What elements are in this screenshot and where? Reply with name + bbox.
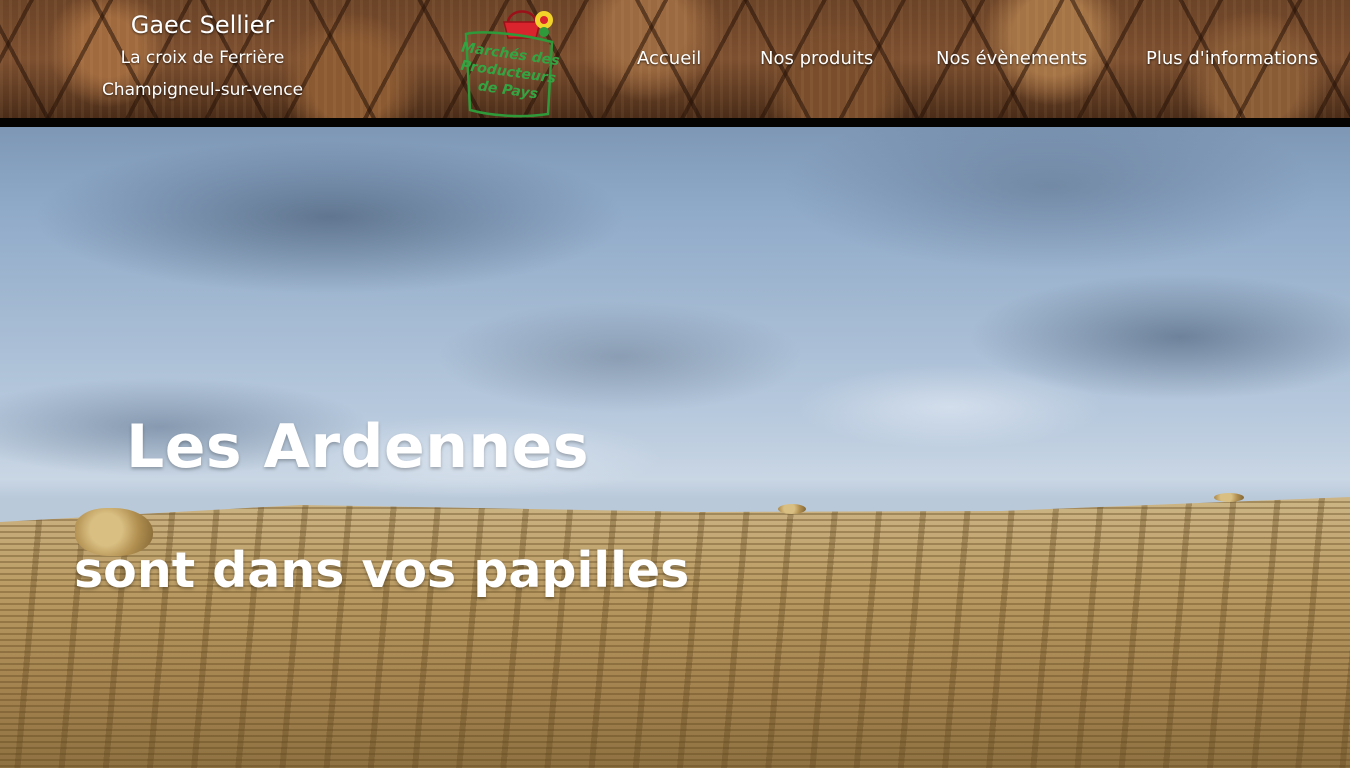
- hero-subtitle: sont dans vos papilles: [74, 542, 690, 599]
- nav-accueil[interactable]: Accueil: [637, 45, 701, 73]
- hero-field: [0, 497, 1350, 768]
- hero-title: Les Ardennes: [126, 412, 590, 482]
- hay-bale-far: [1214, 493, 1244, 502]
- farm-town: Champigneul-sur-vence: [101, 80, 304, 100]
- hero-banner: Les Ardennes sont dans vos papilles: [0, 127, 1350, 768]
- nav-nos-evenements[interactable]: Nos évènements: [936, 45, 1087, 73]
- farm-info: Gaec Sellier La croix de Ferrière Champi…: [60, 8, 345, 106]
- farm-address: La croix de Ferrière: [120, 48, 285, 68]
- nav-nos-produits[interactable]: Nos produits: [760, 45, 873, 73]
- marches-producteurs-logo[interactable]: Marchés des Producteurs de Pays: [452, 4, 561, 118]
- site-header: Gaec Sellier La croix de Ferrière Champi…: [0, 0, 1350, 118]
- nav-plus-informations[interactable]: Plus d'informations: [1146, 45, 1318, 73]
- header-divider: [0, 118, 1350, 127]
- farm-name: Gaec Sellier: [130, 11, 275, 39]
- logo-graphic: Marchés des Producteurs de Pays: [460, 10, 561, 118]
- hay-bale-mid: [778, 504, 806, 514]
